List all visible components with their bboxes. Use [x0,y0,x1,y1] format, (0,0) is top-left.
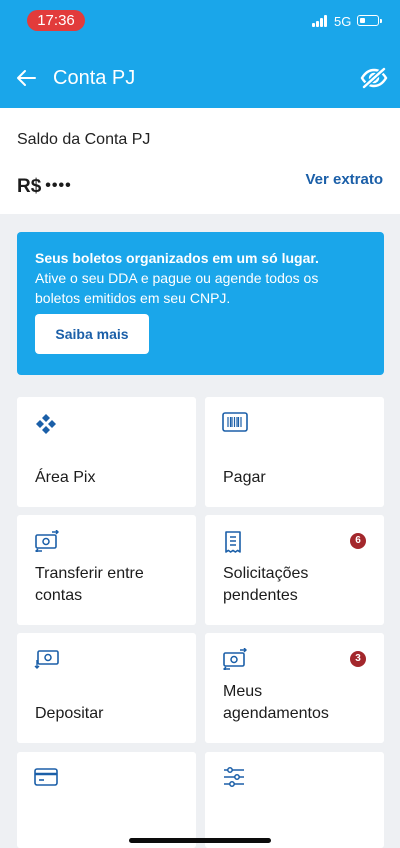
card-icon [34,767,60,791]
tile-meus-agendamentos[interactable]: 3 Meus agendamentos [205,633,384,743]
battery-icon [357,15,382,26]
status-bar: 17:36 5G [0,0,400,40]
tile-label: Pagar [223,469,266,486]
promo-title: Seus boletos organizados em um só lugar. [35,250,319,266]
deposit-icon [34,648,60,672]
tile-label: Solicitações pendentes [223,565,309,604]
barcode-icon [222,412,248,436]
scheduled-icon [222,647,248,672]
tile-label: Meus agendamentos [223,683,329,722]
status-time: 17:36 [27,10,85,31]
balance-masked-value: •••• [45,177,72,194]
tile-label: Depositar [35,705,104,722]
balance-value: R$ •••• [17,174,72,199]
back-arrow-icon[interactable] [12,64,40,92]
app-header: 17:36 5G Conta PJ [0,0,400,108]
balance-currency: R$ [17,176,42,197]
pending-count-badge: 6 [350,533,366,549]
scheduled-count-badge: 3 [350,651,366,667]
view-statement-link[interactable]: Ver extrato [305,170,383,190]
settings-sliders-icon [222,767,248,791]
learn-more-button[interactable]: Saiba mais [35,314,149,354]
transfer-icon [34,529,60,554]
promo-text: Ative o seu DDA e pague ou agende todos … [35,270,319,306]
network-type: 5G [334,14,352,29]
tile-cards[interactable] [17,752,196,848]
pix-icon [34,412,60,436]
home-indicator[interactable] [129,838,271,843]
signal-icon [312,15,328,27]
tile-area-pix[interactable]: Área Pix [17,397,196,507]
tile-depositar[interactable]: Depositar [17,633,196,743]
tile-label: Área Pix [35,469,96,486]
tile-settings[interactable] [205,752,384,848]
tile-transferir-entre-contas[interactable]: Transferir entre contas [17,515,196,625]
balance-title: Saldo da Conta PJ [17,131,151,148]
tile-solicitacoes-pendentes[interactable]: 6 Solicitações pendentes [205,515,384,625]
dda-promo-banner: Seus boletos organizados em um só lugar.… [17,232,384,375]
balance-card: Saldo da Conta PJ R$ •••• Ver extrato [0,108,400,214]
page-title: Conta PJ [53,67,136,89]
tile-pagar[interactable]: Pagar [205,397,384,507]
eye-off-icon[interactable] [359,64,389,92]
tile-label: Transferir entre contas [35,565,144,604]
receipt-icon [222,530,248,554]
